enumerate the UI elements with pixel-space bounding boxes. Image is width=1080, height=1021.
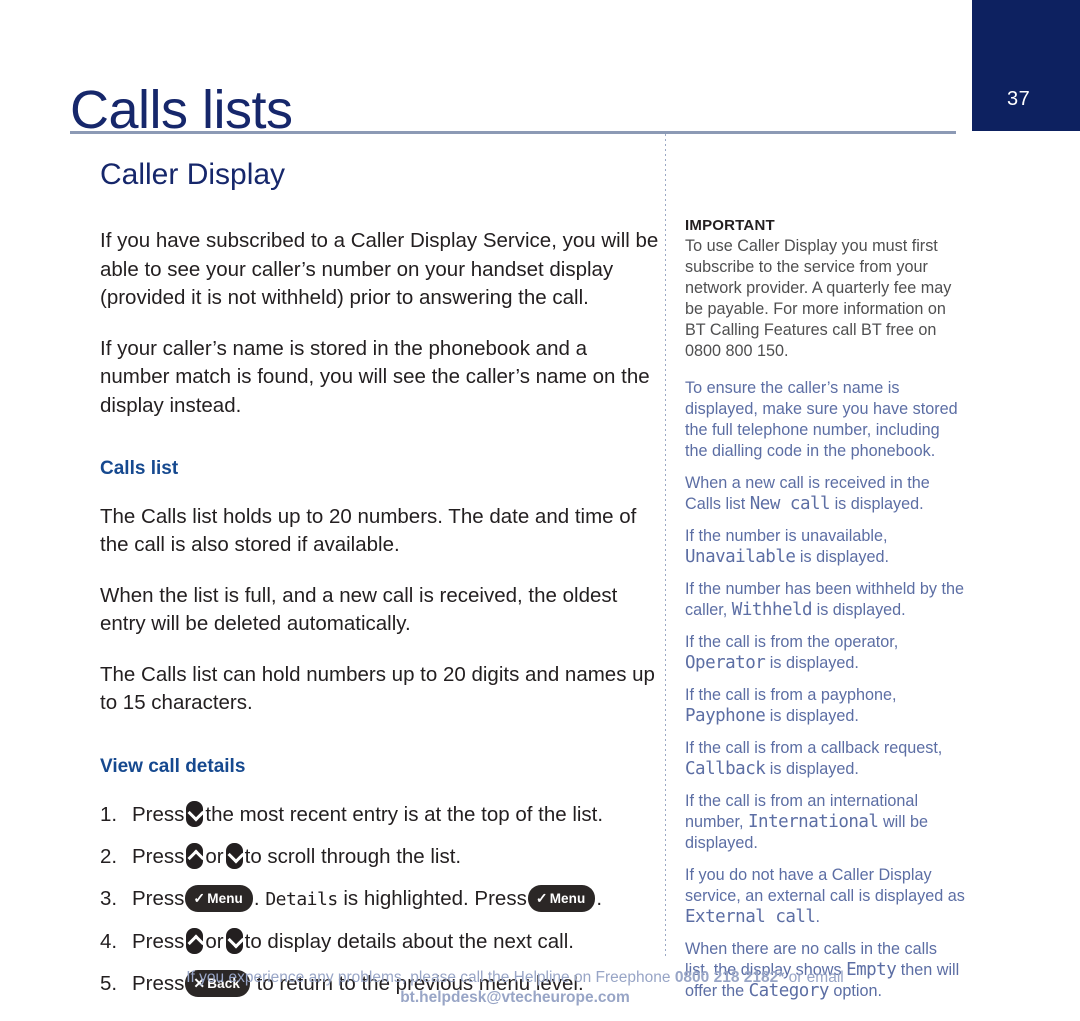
step-press-label: Press: [132, 886, 185, 910]
paragraph-caller-display-1: If you have subscribed to a Caller Displ…: [100, 229, 659, 309]
sidebar-note-6: If the call is from a callback request, …: [685, 738, 965, 780]
subheading-calls-list: Calls list: [100, 458, 179, 479]
lcd-term-details: Details: [265, 888, 338, 910]
footer-email-address[interactable]: bt.helpdesk@vtecheurope.com: [400, 989, 630, 1006]
step-press-label: Press: [132, 929, 185, 953]
menu-key-label: Menu: [207, 890, 243, 906]
section-title-caller-display: Caller Display: [100, 158, 286, 191]
step-or-label: or: [205, 929, 224, 953]
menu-key-button[interactable]: ✓ Menu: [527, 884, 596, 913]
lcd-term: Unavailable: [685, 547, 796, 567]
check-icon: ✓: [193, 889, 206, 906]
up-arrow-key-icon[interactable]: [186, 927, 204, 954]
sidebar-note-4: If the call is from the operator, Operat…: [685, 632, 965, 674]
step-tail-text: to scroll through the list.: [244, 844, 462, 868]
note-text-after: is displayed.: [769, 760, 859, 778]
main-content-column: Caller Display If you have subscribed to…: [100, 158, 660, 1012]
important-note-text: To use Caller Display you must first sub…: [685, 237, 952, 360]
paragraph-calls-list-3: The Calls list can hold numbers up to 20…: [100, 662, 655, 715]
footer-phone-number: 0800 218 2182*: [674, 969, 785, 986]
lcd-term: External call: [685, 907, 816, 927]
note-text-after: is displayed.: [834, 495, 924, 513]
step-tail-text: .: [596, 886, 603, 910]
sidebar-note-8: If you do not have a Caller Display serv…: [685, 865, 965, 928]
note-text-after: is displayed.: [799, 548, 889, 566]
check-icon: ✓: [535, 889, 548, 906]
step-or-label: or: [205, 844, 224, 868]
step-number: 4.: [100, 929, 118, 953]
menu-key-button[interactable]: ✓ Menu: [185, 884, 253, 913]
step-item-1: 1. Press the most recent entry is at the t…: [100, 800, 660, 829]
note-text-after: .: [815, 908, 820, 926]
note-text-before: If the call is from a payphone,: [685, 686, 897, 704]
sidebar-note-3: If the number has been withheld by the c…: [685, 579, 965, 621]
note-text: To ensure the caller’s name is displayed…: [685, 379, 958, 460]
down-arrow-key-icon[interactable]: [186, 800, 204, 827]
sidebar-note-7: If the call is from an international num…: [685, 791, 965, 854]
step-item-3: 3. Press ✓ Menu. Details is highlighted. Pr…: [100, 884, 660, 914]
note-text-before: If you do not have a Caller Display serv…: [685, 866, 965, 905]
lcd-term: Payphone: [685, 706, 766, 726]
title-divider-rule: [70, 131, 956, 134]
step-tail-text: to display details about the next call.: [244, 929, 574, 953]
note-text-before: If the call is from a callback request,: [685, 739, 943, 757]
step-number: 1.: [100, 802, 118, 826]
note-text-after: is displayed.: [769, 707, 859, 725]
subheading-view-call-details: View call details: [100, 755, 246, 777]
step-item-2: 2. Press or to scroll through the list.: [100, 842, 660, 871]
down-arrow-key-icon[interactable]: [225, 842, 243, 869]
column-divider: [665, 134, 666, 957]
sidebar-notes-column: IMPORTANT To use Caller Display you must …: [685, 215, 965, 1013]
important-note: IMPORTANT To use Caller Display you must …: [685, 215, 965, 362]
note-text-after: is displayed.: [769, 654, 859, 672]
lcd-term: Callback: [685, 759, 766, 779]
lcd-term: Operator: [685, 653, 766, 673]
footer-lead-text: If you experience any problems, please c…: [186, 969, 671, 986]
step-press-label: Press: [132, 802, 185, 826]
note-text-after: is displayed.: [816, 601, 906, 619]
step-item-4: 4. Press or to display details about the ne…: [100, 927, 660, 956]
sidebar-note-5: If the call is from a payphone, Payphone…: [685, 685, 965, 727]
important-label: IMPORTANT: [685, 217, 775, 234]
paragraph-calls-list-1: The Calls list holds up to 20 numbers. T…: [100, 504, 637, 557]
up-arrow-key-icon[interactable]: [186, 842, 204, 869]
down-arrow-key-icon[interactable]: [225, 927, 243, 954]
sidebar-note-1: When a new call is received in the Calls…: [685, 473, 965, 515]
sidebar-note-0: To ensure the caller’s name is displayed…: [685, 378, 965, 462]
step-middle-text: is highlighted. Press: [343, 886, 527, 910]
footer-middle-text: or email: [788, 969, 844, 986]
note-text-before: If the number is unavailable,: [685, 527, 888, 545]
page-number-badge: 37: [972, 0, 1080, 131]
lcd-term: Withheld: [731, 600, 813, 620]
step-tail-text: the most recent entry is at the top of t…: [205, 802, 604, 826]
step-number: 3.: [100, 886, 118, 910]
paragraph-calls-list-2: When the list is full, and a new call is…: [100, 583, 618, 636]
sidebar-note-2: If the number is unavailable, Unavailabl…: [685, 526, 965, 568]
paragraph-caller-display-2: If your caller’s name is stored in the p…: [100, 336, 650, 417]
menu-key-label: Menu: [549, 890, 586, 906]
lcd-term: New call: [749, 494, 831, 514]
note-text-before: If the call is from the operator,: [685, 633, 899, 651]
lcd-term: International: [748, 812, 879, 832]
step-number: 2.: [100, 844, 118, 868]
page-number: 37: [1007, 88, 1031, 110]
footer-helpline: If you experience any problems, please c…: [70, 968, 960, 1008]
step-press-label: Press: [132, 844, 185, 868]
chapter-title: Calls lists: [70, 80, 293, 141]
